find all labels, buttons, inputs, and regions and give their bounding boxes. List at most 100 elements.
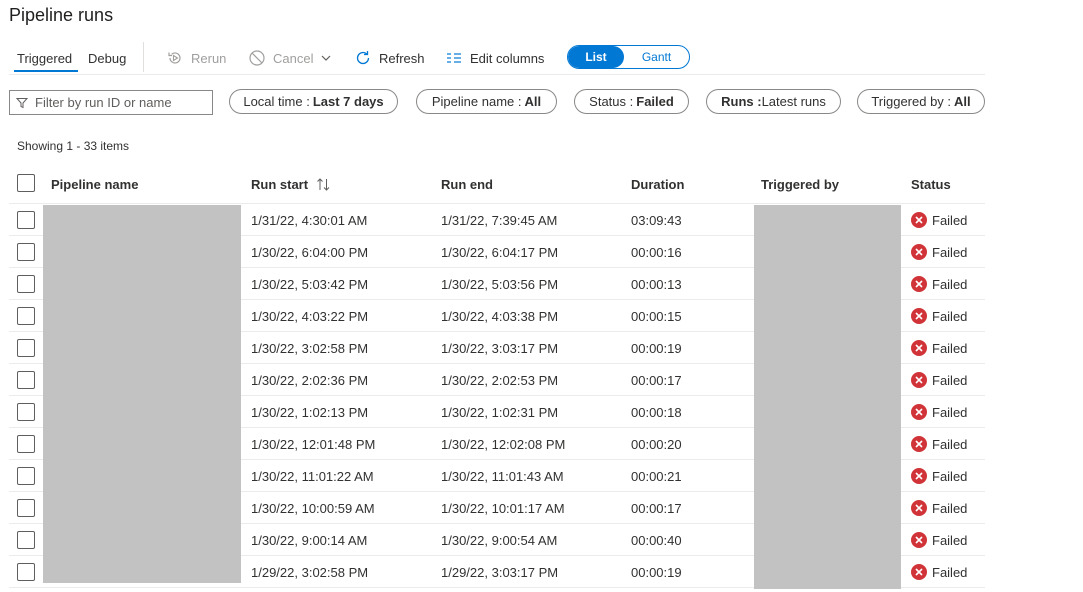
duration-cell: 00:00:19 (631, 565, 682, 580)
run-start-cell: 1/31/22, 4:30:01 AM (251, 213, 368, 228)
failed-status-icon (911, 308, 927, 324)
status-cell: Failed (911, 404, 967, 420)
status-cell: Failed (911, 212, 967, 228)
row-checkbox[interactable] (17, 211, 35, 229)
run-start-cell: 1/30/22, 11:01:22 AM (251, 469, 374, 484)
select-all-checkbox[interactable] (17, 174, 35, 192)
status-text: Failed (932, 244, 968, 260)
run-end-cell: 1/30/22, 10:01:17 AM (441, 501, 565, 516)
duration-cell: 00:00:17 (631, 501, 682, 516)
run-end-cell: 1/30/22, 12:02:08 PM (441, 437, 566, 452)
row-checkbox[interactable] (17, 339, 35, 357)
sort-icon[interactable] (316, 178, 331, 191)
status-text: Failed (932, 308, 968, 324)
status-cell: Failed (911, 244, 967, 260)
col-pipeline-name[interactable]: Pipeline name (51, 177, 138, 192)
tab-triggered[interactable]: Triggered (17, 51, 72, 66)
row-checkbox[interactable] (17, 563, 35, 581)
view-gantt-button[interactable]: Gantt (624, 46, 689, 68)
col-run-start-label: Run start (251, 177, 309, 192)
rerun-button[interactable]: Rerun (166, 48, 226, 68)
rerun-icon (166, 49, 184, 67)
row-checkbox[interactable] (17, 307, 35, 325)
filter-triggered-by[interactable]: Triggered by : All (857, 89, 985, 114)
duration-cell: 00:00:21 (631, 469, 682, 484)
row-checkbox[interactable] (17, 371, 35, 389)
failed-status-icon (911, 340, 927, 356)
run-end-cell: 1/30/22, 1:02:31 PM (441, 405, 559, 420)
filter-status-value: Failed (636, 94, 674, 109)
status-text: Failed (932, 212, 968, 228)
duration-cell: 00:00:18 (631, 405, 682, 420)
failed-status-icon (911, 404, 927, 420)
view-toggle: List Gantt (567, 45, 690, 69)
status-text: Failed (932, 372, 968, 388)
duration-cell: 00:00:17 (631, 373, 682, 388)
failed-status-icon (911, 244, 927, 260)
filter-status[interactable]: Status : Failed (574, 89, 689, 114)
view-list-button[interactable]: List (568, 46, 624, 68)
failed-status-icon (911, 212, 927, 228)
col-status[interactable]: Status (911, 177, 951, 192)
duration-cell: 00:00:13 (631, 277, 682, 292)
status-text: Failed (932, 500, 968, 516)
col-run-end[interactable]: Run end (441, 177, 493, 192)
run-start-cell: 1/30/22, 12:01:48 PM (251, 437, 376, 452)
filter-status-label: Status : (589, 94, 634, 109)
col-run-start[interactable]: Run start (251, 177, 331, 192)
filter-pipeline-label: Pipeline name : (431, 94, 522, 109)
run-start-cell: 1/30/22, 3:02:58 PM (251, 341, 369, 356)
rerun-label: Rerun (191, 50, 227, 66)
filter-runs-label: Runs : (721, 94, 762, 109)
cancel-button[interactable]: Cancel (248, 48, 335, 68)
duration-cell: 00:00:40 (631, 533, 682, 548)
duration-cell: 00:00:19 (631, 341, 682, 356)
status-text: Failed (932, 276, 968, 292)
duration-cell: 03:09:43 (631, 213, 682, 228)
status-text: Failed (932, 468, 968, 484)
row-checkbox[interactable] (17, 531, 35, 549)
row-checkbox[interactable] (17, 467, 35, 485)
status-cell: Failed (911, 340, 967, 356)
row-checkbox[interactable] (17, 499, 35, 517)
filter-icon (16, 97, 28, 109)
run-end-cell: 1/30/22, 9:00:54 AM (441, 533, 558, 548)
status-cell: Failed (911, 564, 967, 580)
table-header: Pipeline name Run start Run end Duration… (9, 166, 985, 204)
row-checkbox[interactable] (17, 275, 35, 293)
filter-runs[interactable]: Runs : Latest runs (706, 89, 841, 114)
col-duration[interactable]: Duration (631, 177, 684, 192)
col-triggered-by[interactable]: Triggered by (761, 177, 839, 192)
run-start-cell: 1/30/22, 10:00:59 AM (251, 501, 375, 516)
active-tab-indicator (14, 70, 78, 72)
run-start-cell: 1/30/22, 6:04:00 PM (251, 245, 369, 260)
status-cell: Failed (911, 500, 967, 516)
failed-status-icon (911, 436, 927, 452)
run-end-cell: 1/31/22, 7:39:45 AM (441, 213, 558, 228)
row-checkbox[interactable] (17, 403, 35, 421)
edit-columns-button[interactable]: Edit columns (445, 48, 544, 68)
tab-debug[interactable]: Debug (88, 51, 126, 66)
redacted-pipeline-names (43, 205, 241, 583)
toolbar: Triggered Debug Rerun Cancel Refresh Edi… (9, 40, 985, 75)
duration-cell: 00:00:20 (631, 437, 682, 452)
status-cell: Failed (911, 468, 967, 484)
row-checkbox[interactable] (17, 243, 35, 261)
filter-time-value: Last 7 days (312, 94, 384, 109)
filter-pipeline-name[interactable]: Pipeline name : All (416, 89, 557, 114)
run-start-cell: 1/30/22, 4:03:22 PM (251, 309, 369, 324)
run-start-cell: 1/30/22, 1:02:13 PM (251, 405, 369, 420)
columns-icon (445, 49, 463, 67)
refresh-button[interactable]: Refresh (354, 48, 425, 68)
row-checkbox[interactable] (17, 435, 35, 453)
duration-cell: 00:00:16 (631, 245, 682, 260)
run-start-cell: 1/30/22, 9:00:14 AM (251, 533, 368, 548)
status-cell: Failed (911, 532, 967, 548)
failed-status-icon (911, 500, 927, 516)
search-input[interactable]: Filter by run ID or name (9, 90, 213, 115)
chevron-down-icon (317, 49, 335, 67)
failed-status-icon (911, 564, 927, 580)
filter-time[interactable]: Local time : Last 7 days (229, 89, 398, 114)
status-cell: Failed (911, 372, 967, 388)
run-start-cell: 1/30/22, 5:03:42 PM (251, 277, 369, 292)
